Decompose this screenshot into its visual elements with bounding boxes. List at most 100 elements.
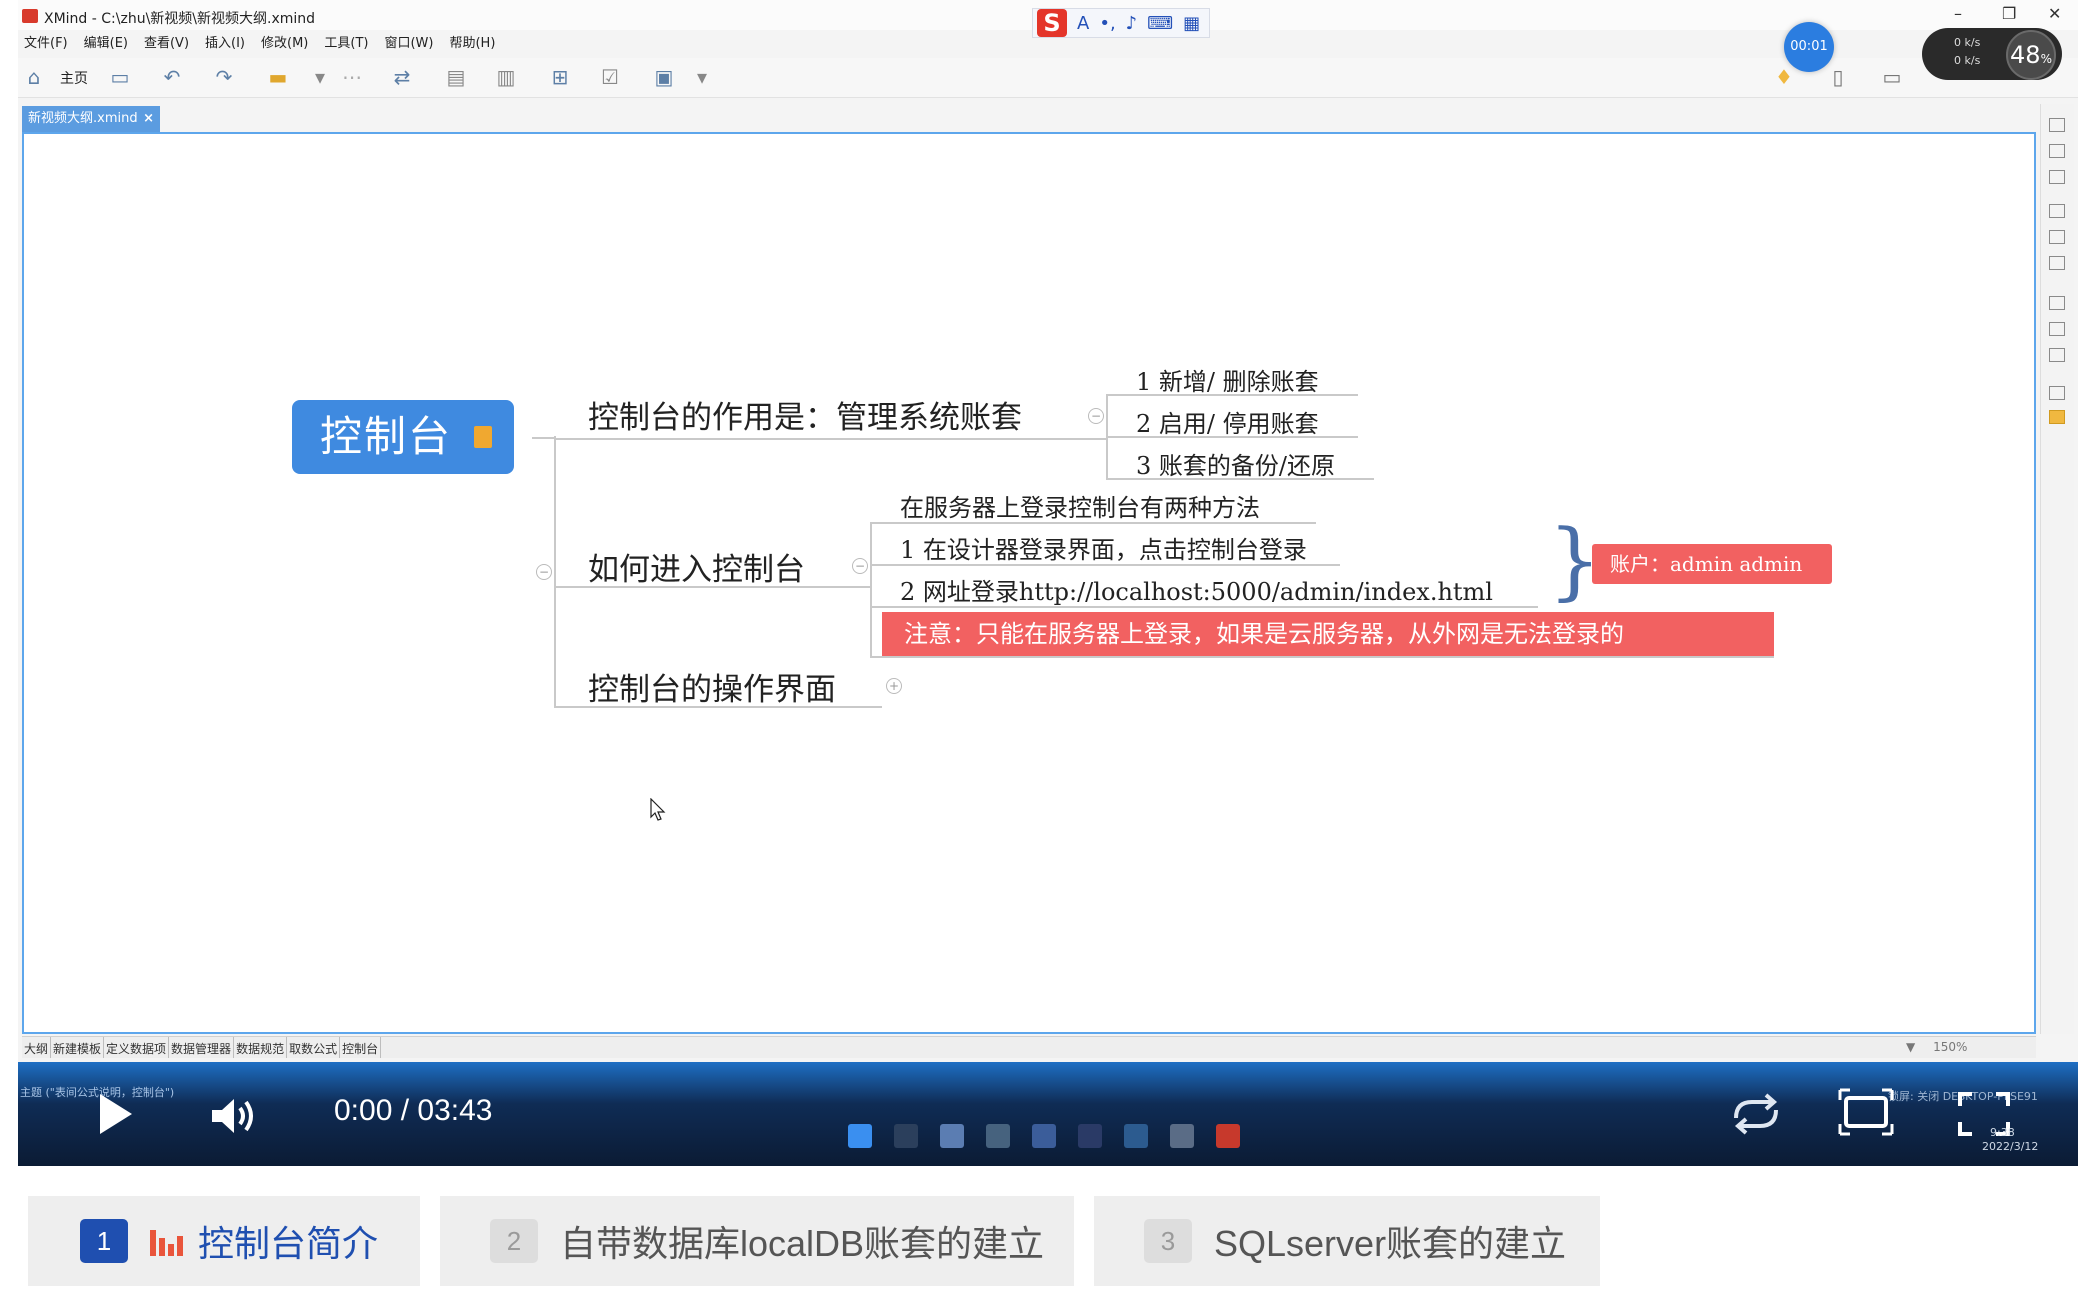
panel-comments-icon[interactable] [2049, 322, 2065, 336]
ime-mode-icon[interactable]: A [1077, 13, 1089, 34]
branch-1-child-1[interactable]: 1 新增/ 删除账套 [1136, 362, 1319, 397]
home-icon[interactable]: ⌂ [22, 66, 46, 88]
sheet-tab-outline[interactable]: 大纲 [22, 1037, 52, 1058]
panel-images-icon[interactable] [2049, 348, 2065, 362]
image-dropdown-icon[interactable]: ▾ [690, 66, 714, 88]
branch-2-child-1[interactable]: 1 在设计器登录界面，点击控制台登录 [900, 530, 1307, 565]
central-topic[interactable]: 控制台 [292, 400, 514, 474]
sogou-ime-icon[interactable]: S [1037, 9, 1067, 37]
home-label[interactable]: 主页 [60, 68, 88, 88]
layout-icon[interactable]: ▭ [1880, 66, 1904, 88]
topic-dropdown-icon[interactable]: ▾ [308, 66, 332, 88]
taskbar-word-icon[interactable] [1032, 1124, 1056, 1148]
image-icon[interactable]: ▣ [652, 66, 676, 88]
topic-icon[interactable]: ▬ [266, 66, 290, 88]
branch-3-expand-icon[interactable]: + [886, 678, 902, 694]
branch-1-topic[interactable]: 控制台的作用是：管理系统账套 [588, 392, 1022, 437]
ime-microphone-icon[interactable]: ♪ [1126, 13, 1138, 34]
taskbar-explorer-icon[interactable] [1170, 1124, 1194, 1148]
branch-2-note-box[interactable]: 注意：只能在服务器上登录，如果是云服务器，从外网是无法登录的 [882, 612, 1774, 656]
summary-account-box[interactable]: 账户：admin admin [1592, 544, 1832, 584]
play-icon[interactable] [100, 1094, 132, 1134]
playback-time: 0:00 / 03:43 [334, 1094, 493, 1127]
minimize-icon[interactable]: – [1954, 4, 1962, 23]
summary-icon[interactable]: ⊞ [548, 66, 572, 88]
taskbar-search-icon[interactable] [894, 1124, 918, 1148]
document-tab[interactable]: 新视频大纲.xmind × [22, 106, 160, 132]
taskbar-xmind-icon[interactable] [1216, 1124, 1240, 1148]
chapter-3-tab[interactable]: 3 SQLserver账套的建立 [1094, 1196, 1600, 1286]
branch-2-topic[interactable]: 如何进入控制台 [588, 544, 805, 589]
save-icon[interactable]: ▭ [108, 66, 132, 88]
more-icon[interactable]: ⋯ [340, 66, 364, 88]
panel-notes-icon[interactable] [2049, 296, 2065, 310]
sheet-tab-template[interactable]: 新建模板 [51, 1037, 105, 1058]
redo-icon[interactable]: ↷ [212, 66, 236, 88]
ime-toolbar: S A •, ♪ ⌨ ▦ [1032, 8, 1210, 38]
sheet-tab-console[interactable]: 控制台 [340, 1037, 382, 1058]
ime-keyboard-icon[interactable]: ⌨ [1147, 13, 1173, 34]
loop-icon[interactable] [1726, 1092, 1786, 1136]
branch-2-intro[interactable]: 在服务器上登录控制台有两种方法 [900, 488, 1260, 523]
sheet-tab-data-manager[interactable]: 数据管理器 [169, 1037, 235, 1058]
panel-outline-icon[interactable] [2049, 118, 2065, 132]
menu-help[interactable]: 帮助(H) [449, 32, 495, 54]
branch-2-collapse-icon[interactable]: − [852, 558, 868, 574]
undo-icon[interactable]: ↶ [160, 66, 184, 88]
trunk-vertical-2 [554, 440, 556, 706]
branch-3-topic[interactable]: 控制台的操作界面 [588, 664, 836, 709]
zoom-control[interactable]: ▼ 150% [1906, 1040, 1967, 1054]
branch-1-collapse-icon[interactable]: − [1088, 408, 1104, 424]
presentation-icon[interactable]: ▯ [1826, 66, 1850, 88]
usage-unit: % [2040, 52, 2052, 66]
note-icon[interactable] [474, 426, 492, 448]
menu-insert[interactable]: 插入(I) [205, 32, 245, 54]
central-connector [532, 437, 556, 439]
windows-start-icon[interactable] [848, 1124, 872, 1148]
panel-tasks-icon[interactable] [2049, 386, 2065, 400]
notes-icon[interactable]: ☑ [598, 66, 622, 88]
branch-1-child-3[interactable]: 3 账套的备份/还原 [1136, 446, 1335, 481]
sheet-tab-data-items[interactable]: 定义数据项 [104, 1037, 170, 1058]
lightbulb-icon[interactable]: ♦ [1772, 66, 1796, 88]
panel-markers-icon[interactable] [2049, 256, 2065, 270]
filter-icon[interactable]: ▼ [1906, 1040, 1915, 1054]
menu-view[interactable]: 查看(V) [144, 32, 189, 54]
sheet-tab-formula[interactable]: 取数公式 [287, 1037, 341, 1058]
panel-properties-icon[interactable] [2049, 204, 2065, 218]
panel-structure-icon[interactable] [2049, 144, 2065, 158]
menu-file[interactable]: 文件(F) [24, 32, 68, 54]
boundary-icon[interactable]: ▥ [494, 66, 518, 88]
volume-icon[interactable] [210, 1096, 260, 1136]
menu-edit[interactable]: 编辑(E) [84, 32, 128, 54]
restore-icon[interactable]: ❐ [2002, 4, 2016, 23]
relationship-icon[interactable]: ⇄ [390, 66, 414, 88]
branch-2-note-line [870, 656, 1774, 658]
chapter-2-tab[interactable]: 2 自带数据库localDB账套的建立 [440, 1196, 1074, 1286]
menu-tools[interactable]: 工具(T) [324, 32, 368, 54]
branch-1-underline [554, 438, 1106, 440]
taskbar-edge-icon[interactable] [986, 1124, 1010, 1148]
ime-punctuation-icon[interactable]: •, [1099, 13, 1115, 34]
close-icon[interactable]: ✕ [2048, 4, 2061, 23]
panel-format-icon[interactable] [2049, 230, 2065, 244]
branch-2-child-2[interactable]: 2 网址登录http://localhost:5000/admin/index.… [900, 572, 1493, 607]
screen-mode-icon[interactable] [1838, 1088, 1894, 1136]
xmind-app-icon [22, 9, 38, 23]
status-text: 主题 ("表间公式说明，控制台") [20, 1086, 175, 1099]
panel-clipart-icon[interactable] [2049, 410, 2065, 424]
taskbar-photos-icon[interactable] [1124, 1124, 1148, 1148]
taskbar-photoshop-icon[interactable] [1078, 1124, 1102, 1148]
callout-icon[interactable]: ▤ [444, 66, 468, 88]
sheet-tab-data-spec[interactable]: 数据规范 [234, 1037, 288, 1058]
ime-toolbox-icon[interactable]: ▦ [1183, 13, 1200, 34]
video-player[interactable]: XMind - C:\zhu\新视频\新视频大纲.xmind – ❐ ✕ 文件(… [18, 0, 2078, 1166]
taskbar-widgets-icon[interactable] [940, 1124, 964, 1148]
central-collapse-icon[interactable]: − [536, 564, 552, 580]
close-tab-icon[interactable]: × [143, 106, 154, 132]
chapter-1-tab[interactable]: 1 控制台简介 [28, 1196, 420, 1286]
menu-modify[interactable]: 修改(M) [261, 32, 308, 54]
branch-1-child-2[interactable]: 2 启用/ 停用账套 [1136, 404, 1319, 439]
menu-window[interactable]: 窗口(W) [384, 32, 433, 54]
panel-zoom-icon[interactable] [2049, 170, 2065, 184]
